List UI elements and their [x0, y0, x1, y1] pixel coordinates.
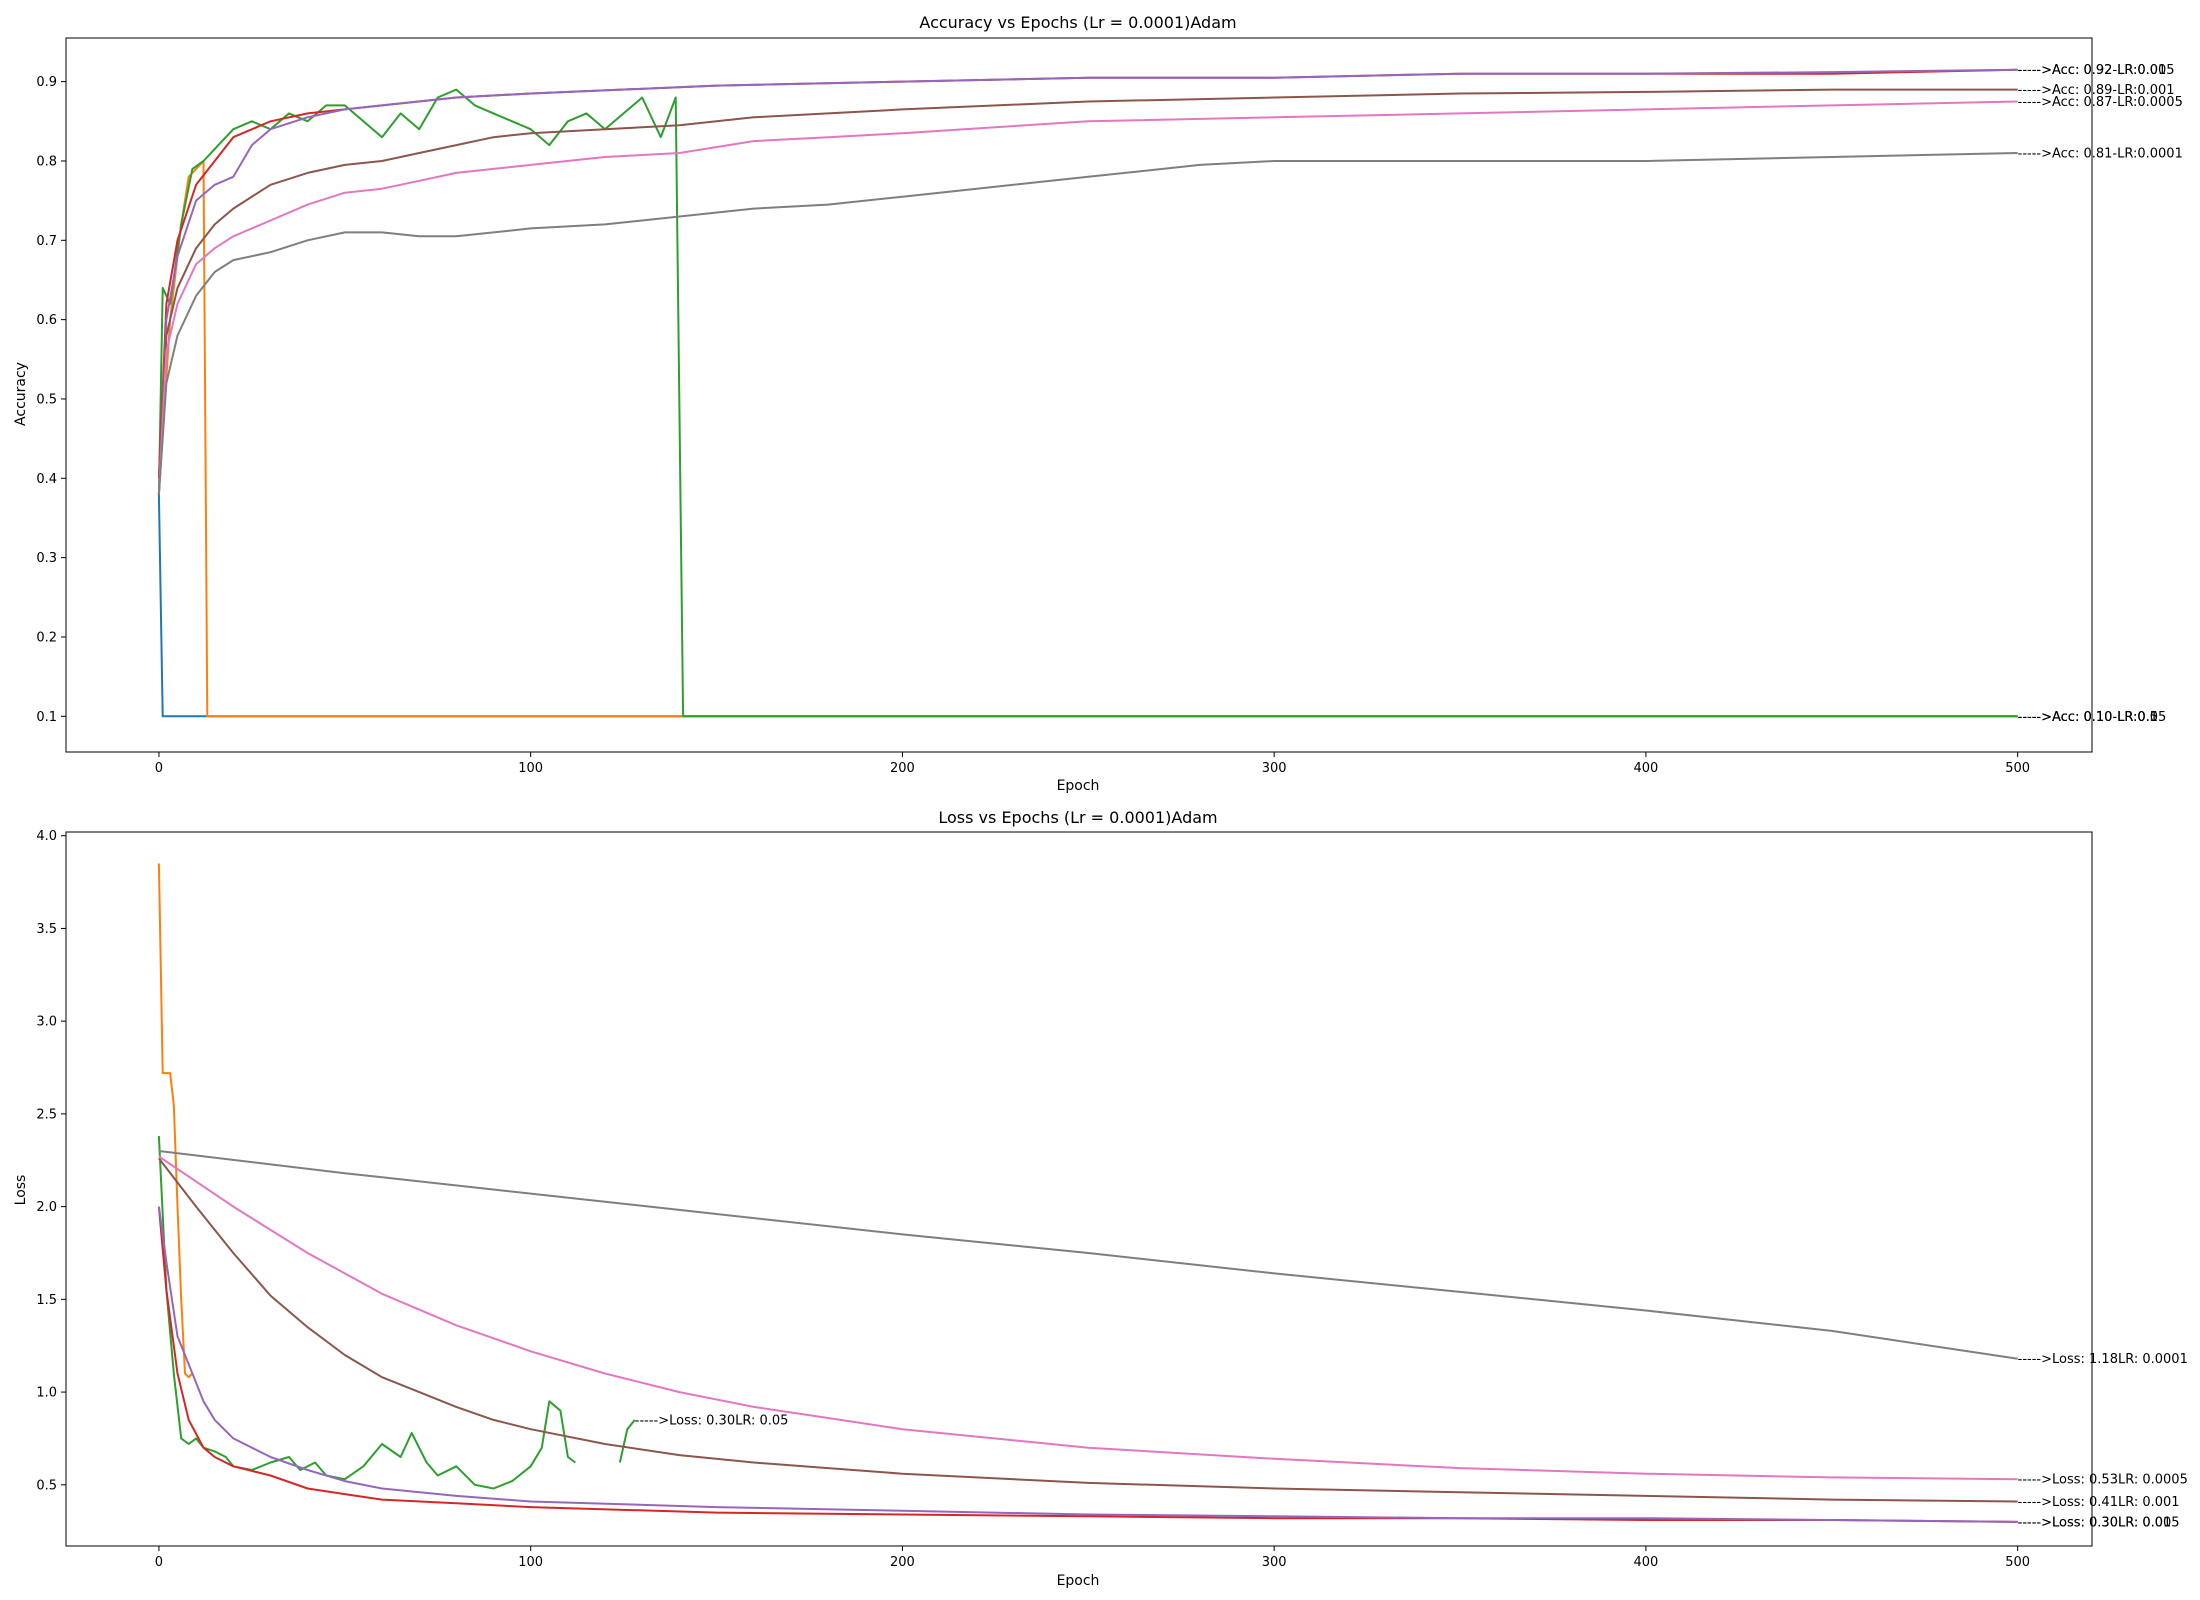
y-axis-label: Loss: [13, 1175, 29, 1206]
series-end-label: ----->Loss: 0.41LR: 0.001: [2018, 1495, 2180, 1510]
series-end-label: ----->Loss: 0.53LR: 0.0005: [2018, 1473, 2188, 1488]
series-end-label: ----->Loss: 1.18LR: 0.0001: [2018, 1352, 2188, 1367]
plot-area: 0 100 200 300 400 500 0.1 0.2 0.3 0.4 0.5 0.6 0.7 0.8…: [36, 37, 2183, 776]
series-line-7: [157, 152, 2018, 495]
axes-frame: [65, 37, 2093, 753]
x-tick-label: 200: [890, 1555, 915, 1570]
x-tick-label: 300: [1262, 761, 1287, 776]
x-tick-label: 500: [2005, 1555, 2030, 1570]
series-line-0: [157, 494, 2018, 718]
figure: Accuracy vs Epochs (Lr = 0.0001)Adam Epo…: [13, 13, 2188, 1589]
y-tick-label: 0.6: [36, 313, 57, 328]
x-tick-label: 200: [890, 761, 915, 776]
x-tick-label: 500: [2005, 761, 2030, 776]
accuracy-chart: Accuracy vs Epochs (Lr = 0.0001)Adam Epo…: [13, 13, 2183, 794]
series-line-3: [157, 68, 2018, 479]
series-line-1: [157, 160, 2018, 718]
x-tick-label: 100: [518, 761, 543, 776]
x-tick-label: 300: [1262, 1555, 1287, 1570]
y-tick-label: 0.4: [36, 472, 57, 487]
x-axis-label: Epoch: [1057, 778, 1100, 794]
y-tick-label: 2.5: [36, 1107, 57, 1122]
y-axis-label: Accuracy: [13, 362, 29, 426]
y-tick-label: 0.8: [36, 154, 57, 169]
series-line-4: [157, 68, 2018, 495]
y-tick-label: 3.5: [36, 922, 57, 937]
y-tick-label: 0.9: [36, 75, 57, 90]
y-tick-label: 4.0: [36, 829, 57, 844]
series-end-label: ----->Acc: 0.92-LR:0.005: [2018, 63, 2175, 78]
axes-frame: [65, 831, 2093, 1547]
series-line-0: [157, 863, 194, 1379]
x-tick-label: 0: [155, 761, 163, 776]
series-line-5: [157, 88, 2018, 495]
chart-title: Accuracy vs Epochs (Lr = 0.0001)Adam: [919, 13, 1236, 32]
y-tick-label: 0.2: [36, 630, 57, 645]
y-tick-label: 0.7: [36, 234, 57, 249]
series-end-label: ----->Acc: 0.10-LR:0.05: [2018, 710, 2167, 725]
series-line-6: [157, 100, 2018, 495]
x-tick-label: 400: [1633, 1555, 1658, 1570]
y-tick-label: 0.5: [36, 1478, 57, 1493]
y-tick-label: 1.5: [36, 1293, 57, 1308]
plot-area: 0 100 200 300 400 500 0.5 1.0 1.5 2.0 2.5 3.0 3.5 4.0…: [36, 829, 2188, 1570]
series-line-5: [158, 1155, 2018, 1481]
y-tick-label: 3.0: [36, 1015, 57, 1030]
y-tick-label: 2.0: [36, 1200, 57, 1215]
loss-chart: Loss vs Epochs (Lr = 0.0001)Adam Epoch L…: [13, 808, 2188, 1589]
x-tick-label: 0: [155, 1555, 163, 1570]
series-line-2: [157, 88, 2018, 718]
series-end-label: ----->Loss: 0.30LR: 0.005: [2018, 1515, 2180, 1530]
x-axis-label: Epoch: [1057, 1573, 1100, 1589]
chart-title: Loss vs Epochs (Lr = 0.0001)Adam: [938, 808, 1217, 827]
y-tick-label: 0.3: [36, 551, 57, 566]
series-line-6: [158, 1150, 2018, 1360]
x-tick-label: 100: [518, 1555, 543, 1570]
series-end-label: ----->Acc: 0.81-LR:0.0001: [2018, 147, 2183, 162]
series-line-4: [158, 1157, 2018, 1503]
y-tick-label: 0.5: [36, 392, 57, 407]
series-end-label: ----->Acc: 0.87-LR:0.0005: [2018, 95, 2183, 110]
y-tick-label: 0.1: [36, 710, 57, 725]
y-tick-label: 1.0: [36, 1386, 57, 1401]
x-tick-label: 400: [1633, 761, 1658, 776]
series-end-label: ----->Loss: 0.30LR: 0.05: [635, 1413, 789, 1428]
